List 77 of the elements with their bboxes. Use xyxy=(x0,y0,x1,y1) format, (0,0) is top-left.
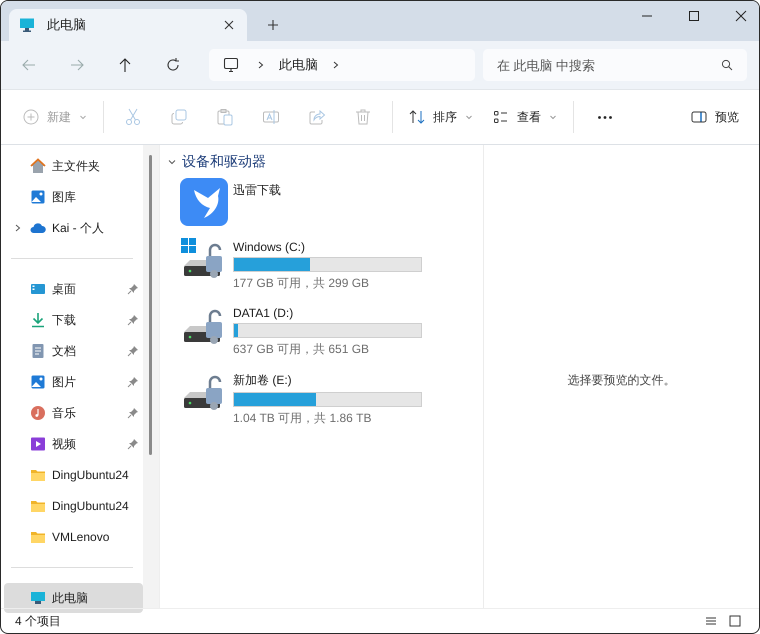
folder-icon xyxy=(30,498,46,514)
folder-icon xyxy=(30,529,46,545)
sidebar-item[interactable]: 主文件夹 xyxy=(4,151,143,181)
video-icon xyxy=(30,436,46,452)
sort-icon xyxy=(409,109,425,125)
item-count: 4 个项目 xyxy=(15,612,62,630)
search-icon xyxy=(721,59,733,71)
window-tab[interactable]: 此电脑 xyxy=(9,9,247,41)
drive-item[interactable]: Windows (C:) 177 GB 可用，共 299 GB xyxy=(180,236,473,292)
tiles-view-icon[interactable] xyxy=(729,615,741,627)
sidebar-item[interactable]: VMLenovo xyxy=(4,522,143,552)
sidebar-item[interactable]: DingUbuntu24 xyxy=(4,491,143,521)
scissors-icon xyxy=(124,108,142,126)
details-view-icon[interactable] xyxy=(705,615,717,627)
image-icon xyxy=(30,374,46,390)
caret-icon xyxy=(79,113,87,121)
sidebar-item[interactable]: 桌面 xyxy=(4,274,143,304)
desktop-icon xyxy=(30,281,46,297)
close-icon[interactable] xyxy=(735,10,747,22)
caret-icon xyxy=(465,113,473,121)
house-icon xyxy=(30,158,46,174)
breadcrumb-item[interactable]: 此电脑 xyxy=(279,56,318,74)
sidebar-item[interactable]: 下载 xyxy=(4,305,143,335)
preview-button[interactable]: 预览 xyxy=(683,100,747,134)
sidebar-item[interactable]: 此电脑 xyxy=(4,583,143,613)
pin-icon xyxy=(127,438,139,450)
clipboard-icon xyxy=(216,108,234,126)
plus-icon xyxy=(23,109,39,125)
monitor-icon xyxy=(30,590,46,606)
tab-title: 此电脑 xyxy=(47,16,87,34)
folder-icon xyxy=(30,467,46,483)
monitor-icon xyxy=(19,17,35,33)
image-icon xyxy=(30,189,46,205)
sidebar-item[interactable]: Kai - 个人 xyxy=(4,213,143,243)
rename-icon xyxy=(262,108,280,126)
drive-item[interactable]: 新加卷 (E:) 1.04 TB 可用，共 1.86 TB xyxy=(180,368,473,427)
chevron-icon[interactable] xyxy=(332,61,340,69)
app-item[interactable]: 迅雷下载 xyxy=(180,178,473,226)
bird-icon xyxy=(180,178,228,226)
maximize-icon[interactable] xyxy=(688,10,700,22)
chevron-icon xyxy=(257,61,265,69)
close-icon[interactable] xyxy=(223,19,235,31)
pin-icon xyxy=(127,283,139,295)
up-icon[interactable] xyxy=(117,57,133,73)
drive-item[interactable]: DATA1 (D:) 637 GB 可用，共 651 GB xyxy=(180,302,473,358)
more-icon xyxy=(598,116,612,118)
new-tab-icon[interactable] xyxy=(267,19,279,31)
sidebar-item[interactable]: 文档 xyxy=(4,336,143,366)
chevron-icon[interactable] xyxy=(14,224,22,232)
address-bar[interactable]: 此电脑 xyxy=(209,49,475,81)
sidebar-item[interactable]: DingUbuntu24 xyxy=(4,460,143,490)
scrollbar[interactable] xyxy=(143,145,159,608)
download-icon xyxy=(30,312,46,328)
chevron-icon xyxy=(168,158,176,166)
document-icon xyxy=(30,343,46,359)
sort-button[interactable]: 排序 xyxy=(401,100,481,134)
refresh-icon[interactable] xyxy=(165,57,181,73)
caret-icon xyxy=(549,113,557,121)
trash-icon xyxy=(354,108,372,126)
panel-icon xyxy=(691,109,707,125)
list-icon xyxy=(493,109,509,125)
view-button[interactable]: 查看 xyxy=(485,100,565,134)
pin-icon xyxy=(127,345,139,357)
section-header[interactable]: 设备和驱动器 xyxy=(168,153,473,171)
sidebar-item[interactable]: 音乐 xyxy=(4,398,143,428)
pin-icon xyxy=(127,407,139,419)
share-icon xyxy=(308,108,326,126)
music-icon xyxy=(30,405,46,421)
search-field[interactable]: 在 此电脑 中搜索 xyxy=(483,49,747,81)
pin-icon xyxy=(127,314,139,326)
sidebar-item[interactable]: 图片 xyxy=(4,367,143,397)
sidebar-item[interactable]: 视频 xyxy=(4,429,143,459)
copy-icon xyxy=(170,108,188,126)
pin-icon xyxy=(127,376,139,388)
preview-message: 选择要预览的文件。 xyxy=(568,372,676,388)
monitor-icon xyxy=(223,57,239,73)
sidebar-item[interactable]: 图库 xyxy=(4,182,143,212)
